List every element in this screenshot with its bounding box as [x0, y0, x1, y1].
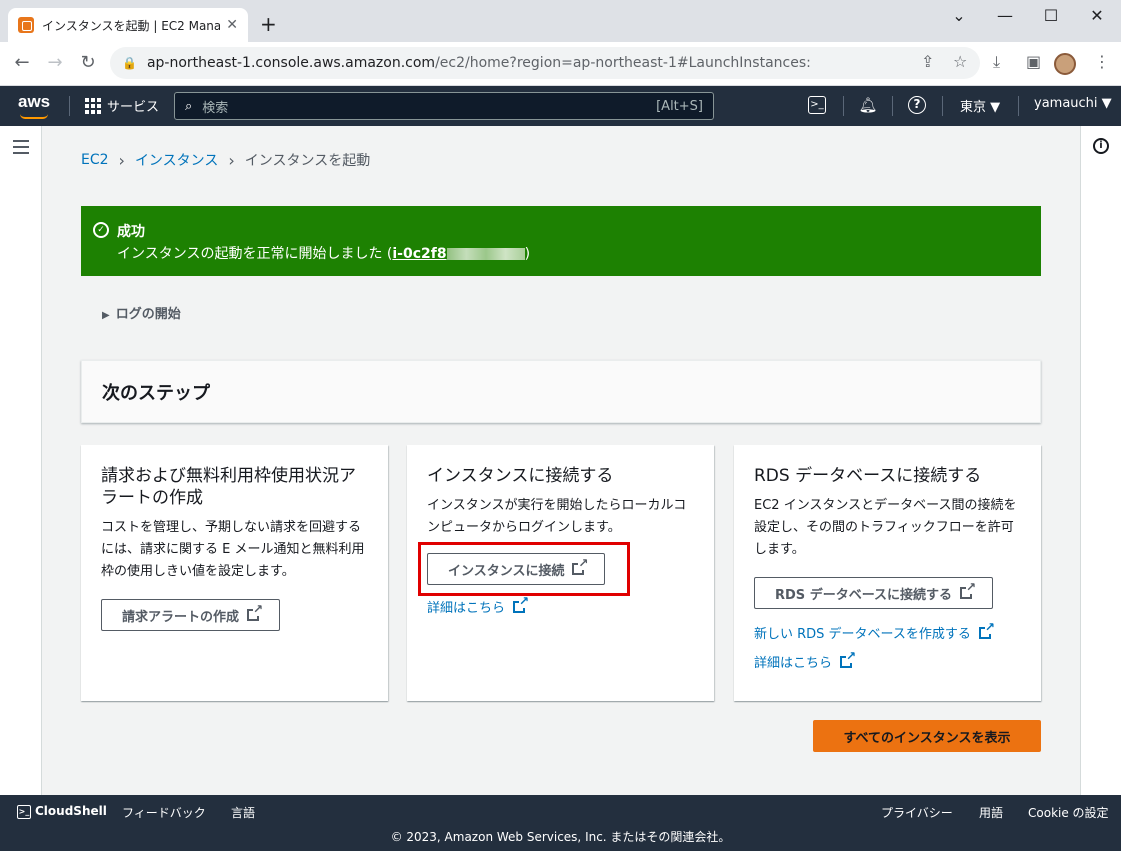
view-all-instances-button[interactable]: すべてのインスタンスを表示 [813, 720, 1041, 752]
rds-connect-card: RDS データベースに接続する EC2 インスタンスとデータベース間の接続を設定… [734, 445, 1041, 701]
card-title: 請求および無料利用枠使用状況アラートの作成 [101, 466, 356, 508]
highlight-annotation [418, 542, 630, 596]
connect-rds-button[interactable]: RDS データベースに接続する [754, 577, 994, 609]
search-placeholder: 検索 [202, 100, 229, 116]
billing-alert-card: 請求および無料利用枠使用状況アラートの作成 コストを管理し、予期しない請求を回避… [81, 445, 388, 701]
external-link-icon [247, 602, 264, 621]
caret-right-icon: ▶ [102, 310, 110, 321]
language-link[interactable]: 言語 [231, 804, 255, 821]
chevron-right-icon: › [228, 150, 235, 170]
feedback-link[interactable]: フィードバック [122, 804, 206, 821]
cloudshell-icon: >_ [17, 804, 31, 819]
breadcrumb: EC2 › インスタンス › インスタンスを起動 [81, 150, 370, 170]
flash-title: 成功 [117, 224, 145, 240]
create-billing-alert-button[interactable]: 請求アラートの作成 [101, 599, 281, 631]
browser-menu-icon[interactable]: ⋮ [1094, 52, 1110, 71]
notifications-bell-icon[interactable]: 🔔︎ [858, 95, 878, 115]
card-body: EC2 インスタンスとデータベース間の接続を設定し、その間のトラフィックフローを… [754, 498, 1017, 557]
url-path: /ec2/home?region=ap-northeast-1#LaunchIn… [435, 55, 811, 71]
lock-icon: 🔒 [122, 56, 137, 70]
address-bar-row: ← → ↻ 🔒 ap-northeast-1.console.aws.amazo… [0, 42, 1121, 86]
redacted-instance-id [446, 248, 525, 260]
launch-log-label: ログの開始 [115, 307, 181, 322]
tab-search-icon[interactable]: ⌄ [944, 6, 974, 25]
tab-title: インスタンスを起動 | EC2 Managem [42, 18, 221, 33]
region-selector[interactable]: 東京 ▼ [960, 96, 1000, 115]
terms-link[interactable]: 用語 [979, 804, 1003, 821]
minimize-icon[interactable]: — [990, 6, 1020, 25]
next-steps-header: 次のステップ [81, 360, 1041, 423]
flash-message-line: インスタンスの起動を正常に開始しました (i-0c2f8) [117, 246, 531, 262]
left-rail [0, 126, 42, 795]
close-tab-icon[interactable]: ✕ [226, 17, 238, 33]
services-grid-icon [85, 97, 101, 114]
new-tab-icon[interactable]: + [260, 14, 277, 34]
copyright: © 2023, Amazon Web Services, Inc. またはその関… [390, 830, 731, 844]
right-rail: i [1080, 126, 1121, 795]
search-input[interactable]: ⌕ 検索 [Alt+S] [174, 92, 714, 120]
breadcrumb-current: インスタンスを起動 [244, 153, 371, 169]
external-link-icon [960, 580, 977, 599]
external-link-icon [513, 593, 530, 613]
success-flash: ✓ 成功 インスタンスの起動を正常に開始しました (i-0c2f8) [81, 206, 1041, 276]
card-title: インスタンスに接続する [427, 466, 614, 486]
search-shortcut: [Alt+S] [656, 98, 703, 114]
aws-logo[interactable]: aws [18, 92, 50, 119]
learn-more-link[interactable]: 詳細はこちら [754, 648, 857, 671]
reload-icon[interactable]: ↻ [76, 52, 100, 73]
success-check-icon: ✓ [93, 222, 109, 238]
external-link-icon [978, 619, 995, 639]
cloudshell-footer-link[interactable]: >_ CloudShell [17, 804, 107, 819]
services-label: サービス [107, 100, 160, 115]
services-menu[interactable]: サービス [85, 96, 159, 115]
launch-log-expander[interactable]: ▶ ログの開始 [102, 303, 181, 322]
external-link-icon [840, 648, 857, 668]
help-icon[interactable]: ? [908, 96, 926, 114]
url-field[interactable]: 🔒 ap-northeast-1.console.aws.amazon.com /… [110, 47, 980, 79]
breadcrumb-instances[interactable]: インスタンス [135, 150, 218, 170]
aws-favicon-icon [18, 17, 34, 33]
share-icon[interactable]: ⇪ [921, 52, 934, 71]
card-title: RDS データベースに接続する [754, 466, 982, 486]
back-icon[interactable]: ← [10, 52, 34, 73]
privacy-link[interactable]: プライバシー [881, 804, 953, 821]
next-steps-title: 次のステップ [102, 383, 210, 404]
card-body: インスタンスが実行を開始したらローカルコンピュータからログインします。 [427, 498, 687, 535]
card-body: コストを管理し、予期しない請求を回避するには、請求に関する E メール通知と無料… [101, 520, 365, 579]
close-window-icon[interactable]: ✕ [1082, 6, 1112, 25]
breadcrumb-ec2[interactable]: EC2 [81, 152, 109, 168]
learn-more-link[interactable]: 詳細はこちら [427, 593, 530, 616]
search-icon: ⌕ [185, 98, 193, 114]
side-panel-icon[interactable]: ▣ [1026, 52, 1041, 71]
instance-id-link[interactable]: i-0c2f8 [392, 246, 525, 262]
account-menu[interactable]: yamauchi ▼ [1034, 96, 1112, 111]
cloudshell-icon[interactable]: >_ [808, 96, 826, 114]
console-footer: >_ CloudShell フィードバック 言語 プライバシー 用語 Cookie… [0, 795, 1121, 851]
browser-tab[interactable]: インスタンスを起動 | EC2 Managem ✕ [8, 8, 248, 42]
flash-message: インスタンスの起動を正常に開始しました ( [117, 246, 393, 262]
browser-tab-bar: インスタンスを起動 | EC2 Managem ✕ + ⌄ — ☐ ✕ [0, 0, 1121, 42]
aws-top-nav: aws サービス ⌕ 検索 [Alt+S] >_ 🔔︎ ? 東京 ▼ yamau… [0, 86, 1121, 126]
profile-avatar[interactable] [1054, 53, 1076, 75]
create-rds-link[interactable]: 新しい RDS データベースを作成する [754, 619, 995, 642]
forward-icon[interactable]: → [43, 52, 67, 73]
download-icon[interactable]: ⤓ [993, 52, 1000, 72]
cookie-settings-link[interactable]: Cookie の設定 [1028, 804, 1109, 821]
chevron-right-icon: › [118, 150, 125, 170]
main-content: EC2 › インスタンス › インスタンスを起動 ✓ 成功 インスタンスの起動を… [42, 126, 1080, 795]
url-host: ap-northeast-1.console.aws.amazon.com [146, 55, 436, 71]
bookmark-star-icon[interactable]: ☆ [953, 52, 967, 71]
info-panel-icon[interactable]: i [1093, 138, 1109, 154]
maximize-icon[interactable]: ☐ [1036, 6, 1066, 25]
menu-hamburger-icon[interactable] [13, 140, 29, 158]
